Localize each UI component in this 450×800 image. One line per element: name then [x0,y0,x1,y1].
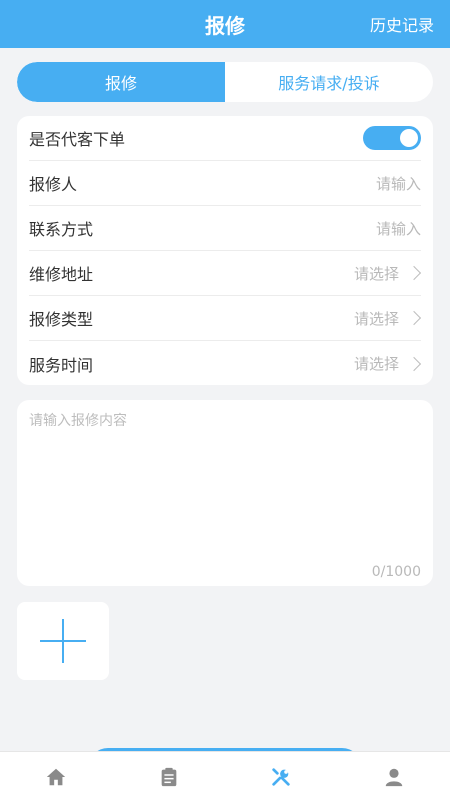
service-time-value: 请选择 [353,355,399,373]
repair-form: 是否代客下单 报修人 请输入 联系方式 请输入 维修地址 请选择 报修类型 请选… [17,116,433,385]
char-counter: 0/1000 [371,564,421,580]
nav-home[interactable] [0,752,113,800]
address-value: 请选择 [353,264,399,283]
proxy-order-toggle[interactable] [363,126,421,150]
row-contact[interactable]: 联系方式 请输入 [29,206,421,251]
content-card: 0/1000 [17,400,433,586]
row-repair-type[interactable]: 报修类型 请选择 [29,296,422,341]
bottom-nav [0,751,450,800]
segmented-tabs: 报修 服务请求/投诉 [17,62,433,102]
clipboard-icon [161,767,177,786]
service-time-select[interactable]: 请选择 [353,353,422,374]
toggle-knob [400,129,418,147]
proxy-order-label: 是否代客下单 [29,130,126,149]
contact-input[interactable]: 请输入 [376,218,421,239]
chevron-right-icon [406,356,422,371]
address-label: 维修地址 [29,265,94,284]
history-link[interactable]: 历史记录 [370,0,434,48]
row-address[interactable]: 维修地址 请选择 [29,251,422,296]
nav-orders[interactable] [113,752,226,800]
app-root: 报修 历史记录 报修 服务请求/投诉 是否代客下单 报修人 请输入 联系方式 请… [0,0,450,800]
chevron-right-icon [406,310,422,326]
wrench-icon [272,767,290,786]
reporter-label: 报修人 [29,175,78,194]
tab-service-complaint[interactable]: 服务请求/投诉 [225,62,433,102]
repair-type-label: 报修类型 [29,310,94,329]
add-photo-button[interactable] [17,602,109,680]
repair-type-select[interactable]: 请选择 [353,308,422,329]
contact-label: 联系方式 [29,220,94,239]
nav-repair[interactable] [225,752,338,800]
tab-repair[interactable]: 报修 [17,62,225,102]
reporter-input[interactable]: 请输入 [376,173,421,194]
address-select[interactable]: 请选择 [353,263,422,284]
repair-content-input[interactable] [29,410,421,550]
user-icon [385,768,402,786]
chevron-right-icon [406,265,422,281]
home-icon [47,768,66,785]
service-time-label: 服务时间 [29,355,94,375]
header-bar: 报修 历史记录 [0,0,450,48]
row-proxy-order: 是否代客下单 [29,116,421,161]
plus-icon-vertical [62,619,64,663]
repair-type-value: 请选择 [353,309,399,328]
row-service-time[interactable]: 服务时间 请选择 [29,341,422,386]
nav-profile[interactable] [338,752,450,800]
page-title: 报修 [205,13,245,38]
row-reporter[interactable]: 报修人 请输入 [29,161,421,206]
